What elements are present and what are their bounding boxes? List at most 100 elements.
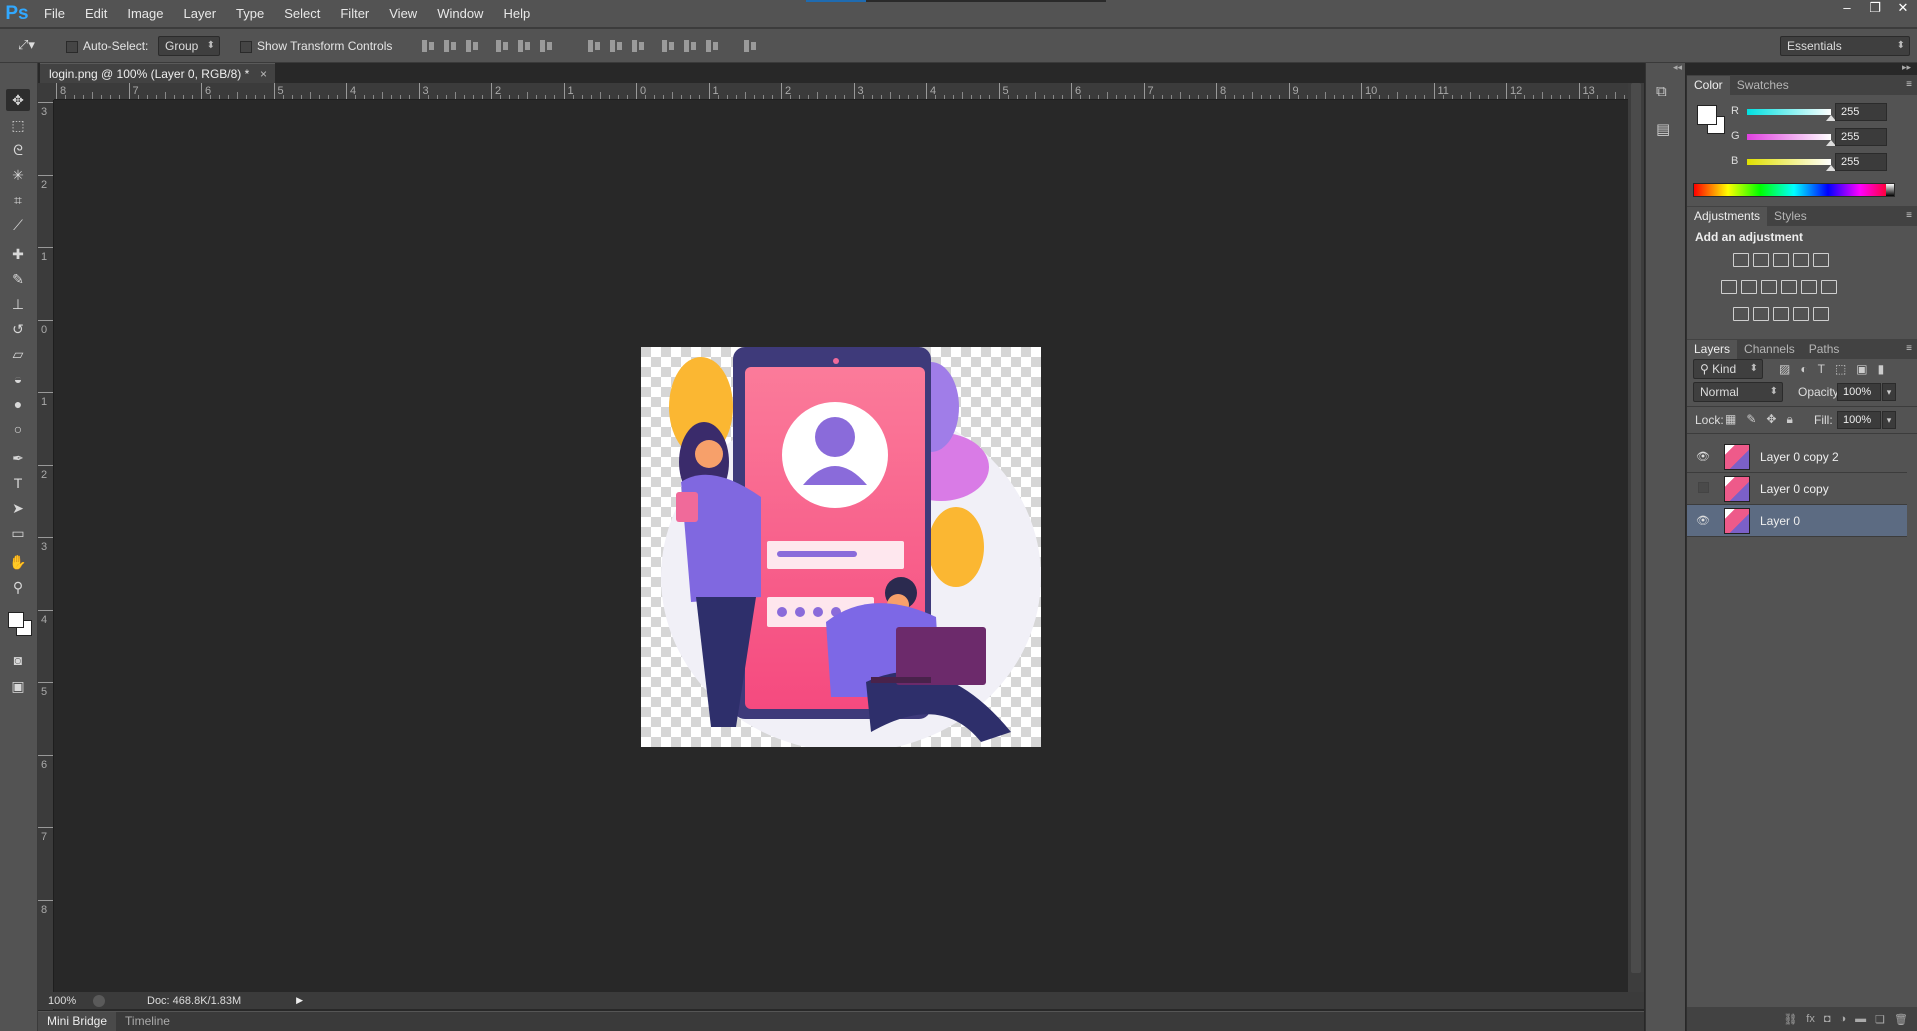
restore-button[interactable]: ❐	[1861, 0, 1889, 18]
menu-window[interactable]: Window	[427, 0, 493, 27]
layer-kind-filter[interactable]: ⚲ Kind	[1693, 359, 1763, 379]
adjustment-icon[interactable]	[1753, 307, 1769, 321]
menu-view[interactable]: View	[379, 0, 427, 27]
tab-styles[interactable]: Styles	[1767, 207, 1814, 226]
color-spectrum[interactable]	[1693, 183, 1895, 197]
minimize-button[interactable]: –	[1833, 0, 1861, 18]
layer-row[interactable]: Layer 0 copy	[1687, 473, 1907, 505]
align-distribute-icon[interactable]	[608, 39, 624, 53]
paint-bucket-tool-icon[interactable]: ◒	[6, 368, 30, 390]
pixel-filter-icon[interactable]: ▨	[1779, 362, 1790, 376]
marquee-tool-icon[interactable]: ⬚	[6, 114, 30, 136]
adjustment-icon[interactable]	[1733, 253, 1749, 267]
tab-swatches[interactable]: Swatches	[1730, 76, 1796, 95]
adjustment-icon[interactable]	[1733, 307, 1749, 321]
expand-icon[interactable]: ▸▸	[1902, 62, 1911, 73]
panel-menu-icon[interactable]: ≡	[1906, 343, 1912, 354]
auto-select-dropdown[interactable]: Group	[158, 36, 220, 56]
history-brush-tool-icon[interactable]: ↺	[6, 318, 30, 340]
foreground-color-swatch[interactable]	[8, 612, 24, 628]
menu-type[interactable]: Type	[226, 0, 274, 27]
horizontal-ruler[interactable]: 8 7 6 5 4 3 2 1 0 1 2 3 4 5 6 7 8 9 10 11 12 13	[54, 83, 1629, 100]
fill-dropdown-icon[interactable]: ▾	[1882, 411, 1896, 429]
auto-select-checkbox[interactable]: Auto-Select:	[66, 37, 148, 56]
tab-color[interactable]: Color	[1687, 76, 1730, 95]
red-slider[interactable]	[1747, 109, 1836, 121]
login-illustration[interactable]	[641, 347, 1041, 747]
vertical-ruler[interactable]: 3 2 1 0 1 2 3 4 5 6 7 8	[38, 100, 54, 1010]
lasso-tool-icon[interactable]: ᘓ	[6, 139, 30, 161]
green-slider[interactable]	[1747, 134, 1836, 146]
align-distribute-icon[interactable]	[516, 39, 532, 53]
healing-brush-tool-icon[interactable]: ✚	[6, 243, 30, 265]
panel-menu-icon[interactable]: ≡	[1906, 79, 1912, 90]
history-panel-icon[interactable]: ⧉	[1656, 83, 1667, 100]
color-swatches[interactable]	[6, 609, 34, 639]
align-distribute-icon[interactable]	[420, 39, 436, 53]
workspace-dropdown[interactable]: Essentials	[1780, 36, 1910, 56]
align-distribute-icon[interactable]	[630, 39, 646, 53]
adjustment-icon[interactable]	[1773, 307, 1789, 321]
adjustment-filter-icon[interactable]: ◐	[1800, 362, 1807, 376]
type-tool-icon[interactable]: T	[6, 472, 30, 494]
dodge-tool-icon[interactable]: ○	[6, 418, 30, 440]
opacity-dropdown-icon[interactable]: ▾	[1882, 383, 1896, 401]
fill-value[interactable]: 100%	[1837, 411, 1881, 429]
close-window-button[interactable]: ✕	[1889, 0, 1917, 18]
document-tab[interactable]: login.png @ 100% (Layer 0, RGB/8) * ×	[40, 63, 275, 83]
layer-row-selected[interactable]: 👁︎ Layer 0	[1687, 505, 1907, 537]
adjustment-icon[interactable]	[1801, 280, 1817, 294]
tab-layers[interactable]: Layers	[1687, 340, 1738, 359]
move-tool-preset-icon[interactable]: ⤢▾	[18, 37, 35, 53]
adjustment-icon[interactable]	[1741, 280, 1757, 294]
tab-paths[interactable]: Paths	[1802, 340, 1847, 359]
adjustment-icon[interactable]	[1773, 253, 1789, 267]
panel-color-swatches[interactable]	[1697, 105, 1727, 135]
move-tool-icon[interactable]: ✥	[6, 89, 30, 111]
menu-layer[interactable]: Layer	[174, 0, 227, 27]
lock-pixels-icon[interactable]: ✎	[1746, 412, 1756, 427]
zoom-tool-icon[interactable]: ⚲	[6, 576, 30, 598]
menu-file[interactable]: File	[34, 0, 75, 27]
panel-menu-icon[interactable]: ≡	[1906, 210, 1912, 221]
status-share-icon[interactable]	[93, 994, 105, 1007]
close-document-icon[interactable]: ×	[260, 64, 267, 84]
align-distribute-icon[interactable]	[538, 39, 554, 53]
smart-object-filter-icon[interactable]: ▣	[1856, 362, 1867, 376]
visibility-toggle-empty[interactable]	[1696, 482, 1710, 496]
blur-tool-icon[interactable]: ●	[6, 393, 30, 415]
adjustment-icon[interactable]	[1793, 253, 1809, 267]
hand-tool-icon[interactable]: ✋	[6, 551, 30, 573]
menu-edit[interactable]: Edit	[75, 0, 117, 27]
red-value[interactable]: 255	[1835, 103, 1887, 121]
new-adjustment-layer-icon[interactable]: ◑	[1840, 1013, 1847, 1025]
tab-mini-bridge[interactable]: Mini Bridge	[38, 1012, 117, 1031]
align-distribute-icon[interactable]	[586, 39, 602, 53]
align-distribute-icon[interactable]	[464, 39, 480, 53]
lock-position-icon[interactable]: ✥	[1766, 412, 1776, 427]
lock-transparency-icon[interactable]: ▦	[1725, 412, 1736, 427]
tab-timeline[interactable]: Timeline	[116, 1012, 179, 1031]
blue-value[interactable]: 255	[1835, 153, 1887, 171]
opacity-value[interactable]: 100%	[1837, 383, 1881, 401]
clone-stamp-tool-icon[interactable]: ⊥	[6, 293, 30, 315]
align-distribute-icon[interactable]	[704, 39, 720, 53]
menu-image[interactable]: Image	[117, 0, 173, 27]
zoom-level[interactable]: 100%	[48, 995, 90, 1007]
menu-select[interactable]: Select	[274, 0, 330, 27]
status-menu-arrow-icon[interactable]: ▶	[296, 995, 303, 1006]
type-filter-icon[interactable]: T	[1818, 362, 1825, 376]
canvas-area[interactable]	[55, 101, 1628, 993]
vertical-scrollbar[interactable]	[1628, 83, 1644, 993]
rectangle-tool-icon[interactable]: ▭	[6, 522, 30, 544]
adjustment-icon[interactable]	[1813, 307, 1829, 321]
crop-tool-icon[interactable]: ⌗	[6, 189, 30, 211]
adjustment-icon[interactable]	[1781, 280, 1797, 294]
add-mask-icon[interactable]: ◘	[1824, 1013, 1831, 1025]
scroll-thumb[interactable]	[1631, 83, 1641, 973]
shape-filter-icon[interactable]: ⬚	[1835, 362, 1846, 376]
adjustment-icon[interactable]	[1813, 253, 1829, 267]
tab-channels[interactable]: Channels	[1737, 340, 1802, 359]
eraser-tool-icon[interactable]: ▱	[6, 343, 30, 365]
transform-controls-checkbox[interactable]: Show Transform Controls	[240, 37, 392, 56]
